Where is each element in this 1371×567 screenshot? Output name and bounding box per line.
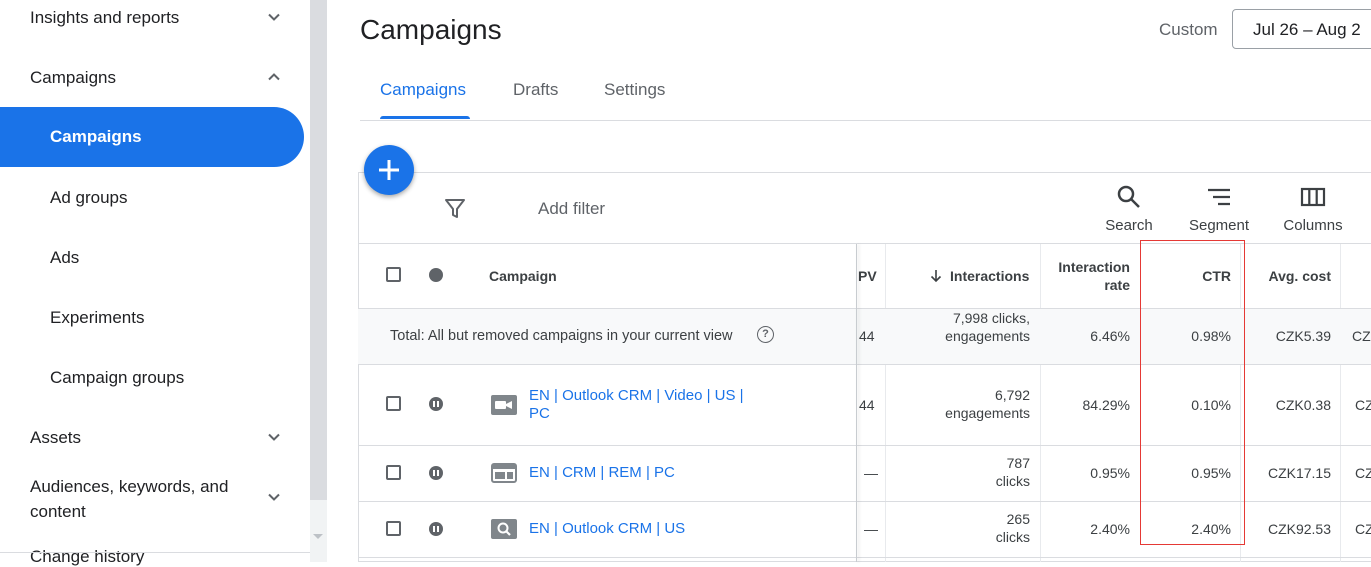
- row-pv: 44: [859, 397, 875, 413]
- columns-label: Columns: [1283, 217, 1343, 234]
- add-filter-input[interactable]: Add filter: [538, 199, 605, 219]
- search-icon: [1117, 185, 1140, 208]
- column-divider: [1340, 244, 1341, 562]
- page-title: Campaigns: [360, 14, 502, 45]
- sort-descending-icon[interactable]: [929, 269, 943, 283]
- video-campaign-icon: [491, 395, 517, 415]
- row-next-column: CZ: [1355, 465, 1371, 481]
- header-pv[interactable]: PV: [858, 268, 877, 284]
- divider: [360, 120, 1371, 121]
- row-interaction-unit: clicks: [995, 473, 1030, 489]
- segment-button[interactable]: Segment: [1179, 184, 1259, 234]
- nav-item-ads[interactable]: Ads: [50, 248, 79, 268]
- row-interaction-unit: clicks: [995, 529, 1030, 545]
- tab-drafts[interactable]: Drafts: [513, 80, 558, 100]
- divider: [358, 557, 1371, 558]
- header-interactions[interactable]: Interactions: [950, 268, 1029, 284]
- segment-icon: [1208, 188, 1230, 206]
- campaign-name-link[interactable]: EN | Outlook CRM | Video | US | PC: [529, 387, 744, 423]
- row-interaction-rate: 2.40%: [1090, 521, 1130, 537]
- paused-status-icon[interactable]: [429, 466, 443, 480]
- row-checkbox[interactable]: [386, 521, 401, 536]
- nav-section-campaigns[interactable]: Campaigns: [30, 68, 116, 88]
- nav-section-insights[interactable]: Insights and reports: [30, 8, 179, 28]
- campaign-name-link[interactable]: EN | Outlook CRM | US: [529, 520, 685, 538]
- tab-settings[interactable]: Settings: [604, 80, 665, 100]
- row-checkbox[interactable]: [386, 465, 401, 480]
- row-interaction-rate: 0.95%: [1090, 465, 1130, 481]
- nav-section-assets[interactable]: Assets: [30, 428, 81, 448]
- status-header-icon[interactable]: [429, 268, 443, 282]
- row-avg-cost: CZK92.53: [1267, 521, 1331, 537]
- total-avg-cost: CZK5.39: [1275, 328, 1331, 344]
- active-tab-indicator: [380, 116, 470, 119]
- paused-status-icon[interactable]: [429, 522, 443, 536]
- row-interactions: 265: [1006, 511, 1030, 527]
- search-label: Search: [1105, 217, 1153, 234]
- filter-icon[interactable]: [444, 198, 466, 220]
- campaign-name-link[interactable]: EN | CRM | REM | PC: [529, 464, 675, 482]
- nav-section-audiences[interactable]: Audiences, keywords, and content: [30, 474, 260, 524]
- total-label: Total: All but removed campaigns in your…: [390, 328, 733, 344]
- column-divider: [885, 244, 886, 562]
- plus-icon: [379, 160, 399, 180]
- nav-item-campaign-groups[interactable]: Campaign groups: [50, 368, 184, 388]
- chevron-up-icon[interactable]: [266, 69, 282, 85]
- total-pv: 44: [859, 328, 875, 344]
- search-button[interactable]: Search: [1089, 184, 1169, 234]
- row-avg-cost: CZK17.15: [1267, 465, 1331, 481]
- row-interactions: 6,792: [994, 387, 1030, 403]
- display-campaign-icon: [491, 463, 517, 483]
- sidebar-nav: Insights and reports Campaigns Campaigns…: [0, 0, 310, 566]
- select-all-checkbox[interactable]: [386, 267, 401, 282]
- nav-item-label: Campaigns: [50, 127, 142, 146]
- segment-label: Segment: [1188, 217, 1250, 234]
- columns-button[interactable]: Columns: [1273, 184, 1353, 234]
- date-range-label: Jul 26 – Aug 2: [1253, 20, 1361, 39]
- nav-item-campaigns[interactable]: Campaigns: [0, 107, 304, 167]
- row-pv: —: [864, 465, 878, 481]
- nav-item-experiments[interactable]: Experiments: [50, 308, 144, 328]
- row-interactions: 787: [1006, 455, 1030, 471]
- search-campaign-icon: [491, 519, 517, 539]
- help-icon[interactable]: ?: [757, 326, 774, 343]
- total-next-column: CZ: [1352, 328, 1371, 344]
- divider: [0, 552, 310, 553]
- frozen-column-divider: [856, 244, 857, 562]
- row-next-column: CZ: [1355, 397, 1371, 413]
- nav-section-change-history[interactable]: Change history: [30, 547, 144, 567]
- sidebar-scroll-thumb[interactable]: [310, 0, 327, 500]
- header-campaign[interactable]: Campaign: [489, 268, 557, 284]
- total-interaction-rate: 6.46%: [1090, 328, 1130, 344]
- nav-item-ad-groups[interactable]: Ad groups: [50, 188, 128, 208]
- row-avg-cost: CZK0.38: [1275, 397, 1331, 413]
- chevron-down-icon[interactable]: [266, 429, 282, 445]
- total-interactions: 7,998 clicks, engagements: [945, 310, 1030, 344]
- columns-icon: [1300, 187, 1326, 207]
- row-pv: —: [864, 521, 878, 537]
- date-range-picker[interactable]: Jul 26 – Aug 2: [1232, 9, 1371, 49]
- row-interaction-unit: engagements: [945, 405, 1030, 421]
- row-interaction-rate: 84.29%: [1082, 397, 1130, 413]
- column-divider: [1040, 244, 1041, 562]
- paused-status-icon[interactable]: [429, 397, 443, 411]
- row-checkbox[interactable]: [386, 396, 401, 411]
- row-next-column: CZ: [1355, 521, 1371, 537]
- ctr-column-highlight: [1140, 240, 1245, 545]
- scroll-down-arrow-icon[interactable]: [313, 534, 323, 539]
- chevron-down-icon[interactable]: [266, 489, 282, 505]
- tab-campaigns[interactable]: Campaigns: [380, 80, 466, 100]
- chevron-down-icon[interactable]: [266, 9, 282, 25]
- date-mode-label: Custom: [1159, 20, 1218, 39]
- header-avg-cost[interactable]: Avg. cost: [1250, 268, 1332, 284]
- add-campaign-button[interactable]: [364, 145, 414, 195]
- header-interaction-rate[interactable]: Interaction rate: [1046, 258, 1130, 294]
